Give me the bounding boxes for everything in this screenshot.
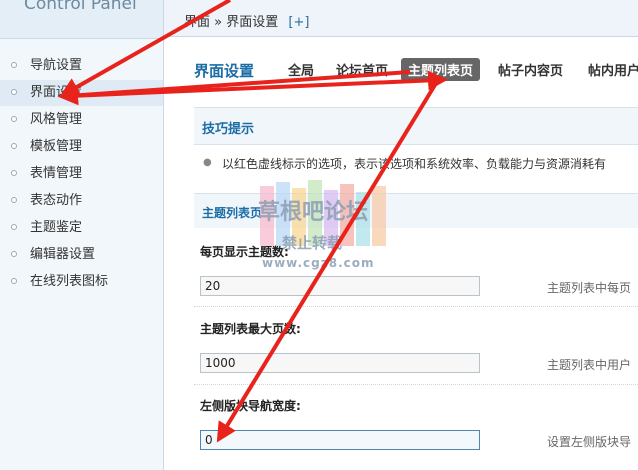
sidebar: Control Panel 导航设置 界面设置 风格管理 模板管理 表情管理 表… xyxy=(0,0,164,470)
bullet-icon xyxy=(11,170,17,176)
bullet-icon xyxy=(11,143,17,149)
sidebar-item-editor[interactable]: 编辑器设置 xyxy=(0,242,163,268)
watermark: 草根吧论坛 禁止转载 www.cgz8.com xyxy=(252,178,412,278)
sidebar-item-ui-settings[interactable]: 界面设置 xyxy=(0,80,163,106)
threads-per-page-hint: 主题列表中每页 xyxy=(547,281,632,295)
logo-area: Control Panel xyxy=(0,0,163,39)
left-nav-width-hint: 设置左侧版块导 xyxy=(547,435,632,449)
sidebar-item-label: 风格管理 xyxy=(30,112,83,127)
left-nav-width-label: 左侧版块导航宽度: xyxy=(200,399,301,413)
bullet-icon: ● xyxy=(203,157,212,168)
tab-thread-view[interactable]: 帖子内容页 xyxy=(498,60,563,79)
max-pages-label: 主题列表最大页数: xyxy=(200,322,301,336)
sidebar-item-online-icons[interactable]: 在线列表图标 xyxy=(0,269,163,295)
bullet-icon xyxy=(11,62,17,68)
tip-content: 以红色虚线标示的选项，表示该选项和系统效率、负载能力与资源消耗有 xyxy=(222,157,607,171)
breadcrumb-current: 界面设置 xyxy=(226,15,279,30)
bullet-icon xyxy=(11,197,17,203)
row-divider xyxy=(194,306,638,307)
bullet-icon xyxy=(11,89,17,95)
sidebar-item-thread-stamps[interactable]: 主题鉴定 xyxy=(0,215,163,241)
threads-per-page-input[interactable] xyxy=(200,276,480,296)
sidebar-item-style[interactable]: 风格管理 xyxy=(0,107,163,133)
bullet-icon xyxy=(11,251,17,257)
row-divider xyxy=(194,384,638,385)
add-shortcut-button[interactable]: [+] xyxy=(288,15,309,30)
breadcrumb: 界面 » 界面设置 [+] xyxy=(184,11,309,30)
max-pages-input[interactable] xyxy=(200,353,480,373)
sidebar-item-templates[interactable]: 模板管理 xyxy=(0,134,163,160)
tips-title: 技巧提示 xyxy=(202,122,255,137)
tab-forum-index[interactable]: 论坛首页 xyxy=(336,60,388,79)
bullet-icon xyxy=(11,116,17,122)
sidebar-item-nav-settings[interactable]: 导航设置 xyxy=(0,53,163,79)
tab-global[interactable]: 全局 xyxy=(288,60,314,79)
sidebar-item-label: 编辑器设置 xyxy=(30,247,96,262)
sidebar-item-click-actions[interactable]: 表态动作 xyxy=(0,188,163,214)
bullet-icon xyxy=(11,278,17,284)
page-title: 界面设置 xyxy=(194,62,255,80)
watermark-notice: 禁止转载 xyxy=(282,234,343,252)
sidebar-item-label: 表情管理 xyxy=(30,166,83,181)
watermark-url: www.cgz8.com xyxy=(262,256,375,270)
sidebar-item-label: 主题鉴定 xyxy=(30,220,83,235)
watermark-title: 草根吧论坛 xyxy=(258,200,369,225)
sidebar-item-label: 在线列表图标 xyxy=(30,274,109,289)
sidebar-item-label: 模板管理 xyxy=(30,139,83,154)
breadcrumb-bar: 界面 » 界面设置 [+] xyxy=(164,0,638,37)
left-nav-width-input[interactable] xyxy=(200,430,480,450)
tab-thread-list[interactable]: 主题列表页 xyxy=(401,58,481,81)
sidebar-item-label: 表态动作 xyxy=(30,193,83,208)
tab-post-user[interactable]: 帖内用户 xyxy=(588,60,638,79)
tips-header: 技巧提示 xyxy=(194,107,638,145)
breadcrumb-parent[interactable]: 界面 xyxy=(184,15,210,30)
bullet-icon xyxy=(11,224,17,230)
breadcrumb-separator: » xyxy=(214,15,223,30)
logo: Control Panel xyxy=(24,0,137,14)
sidebar-item-label: 导航设置 xyxy=(30,58,83,73)
tip-text: ● 以红色虚线标示的选项，表示该选项和系统效率、负载能力与资源消耗有 xyxy=(203,155,607,172)
sidebar-item-smilies[interactable]: 表情管理 xyxy=(0,161,163,187)
sidebar-item-label: 界面设置 xyxy=(30,85,83,100)
tab-bar: 界面设置 全局 论坛首页 主题列表页 帖子内容页 帖内用户 xyxy=(164,52,638,86)
max-pages-hint: 主题列表中用户 xyxy=(547,358,632,372)
